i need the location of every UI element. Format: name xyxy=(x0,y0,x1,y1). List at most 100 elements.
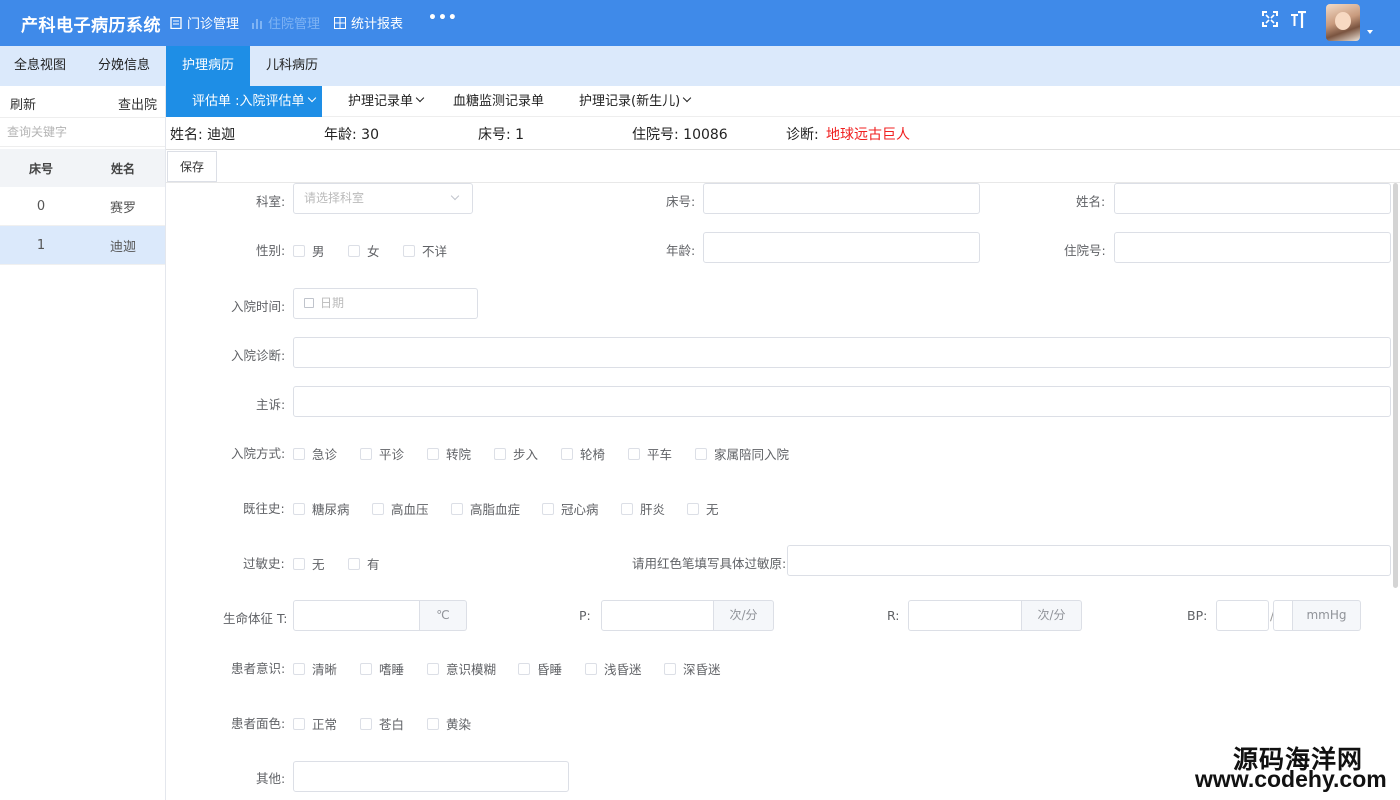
nav-outpatient[interactable]: 门诊管理 xyxy=(170,13,239,32)
complaint-input[interactable] xyxy=(293,386,1391,417)
history-none-checkbox[interactable]: 无 xyxy=(687,499,719,518)
checkbox-box xyxy=(293,502,305,515)
other-input[interactable] xyxy=(293,761,569,792)
conscious-light-coma-checkbox[interactable]: 浅昏迷 xyxy=(585,659,642,678)
checkbox-label: 家属陪同入院 xyxy=(714,447,790,462)
checkbox-label: 肝炎 xyxy=(640,502,666,517)
checkbox-label: 无 xyxy=(706,502,719,517)
temperature-input[interactable] xyxy=(293,600,420,631)
tab-newborn-nursing-label: 护理记录(新生儿) xyxy=(579,94,681,109)
tab-overview[interactable]: 全息视图 xyxy=(0,46,80,86)
refresh-button[interactable]: 刷新 xyxy=(10,94,36,113)
checkbox-box xyxy=(687,502,699,515)
bed-input[interactable] xyxy=(703,183,980,214)
checkbox-box xyxy=(561,447,573,460)
tab-admission-assessment[interactable]: 评估单 :入院评估单 xyxy=(166,86,322,117)
gender-unknown-checkbox[interactable]: 不详 xyxy=(403,241,447,260)
admit-mode-family-checkbox[interactable]: 家属陪同入院 xyxy=(695,444,789,463)
bp-label: BP: xyxy=(1187,608,1208,623)
conscious-confused-checkbox[interactable]: 意识模糊 xyxy=(427,659,496,678)
tab-delivery[interactable]: 分娩信息 xyxy=(82,46,166,86)
fullscreen-icon[interactable] xyxy=(1262,11,1278,27)
diagnosis-label: 诊断: xyxy=(786,127,819,143)
allergen-input[interactable] xyxy=(787,545,1391,576)
gender-male-checkbox[interactable]: 男 xyxy=(293,241,325,260)
table-row[interactable]: 0 赛罗 xyxy=(0,187,165,226)
checkbox-label: 嗜睡 xyxy=(379,662,405,677)
tab-admission-assessment-label: 评估单 :入院评估单 xyxy=(192,94,305,109)
keyword-search-input[interactable] xyxy=(0,117,165,147)
tab-nursing-record[interactable]: 护理病历 xyxy=(166,46,250,86)
vitals-t-label: 生命体征 T: xyxy=(223,611,288,626)
admit-mode-stretcher-checkbox[interactable]: 平车 xyxy=(628,444,672,463)
bp-diastolic-input[interactable] xyxy=(1273,600,1293,631)
dept-select[interactable]: 请选择科室 xyxy=(293,183,473,214)
admit-mode-transfer-checkbox[interactable]: 转院 xyxy=(427,444,471,463)
admit-mode-emergency-checkbox[interactable]: 急诊 xyxy=(293,444,337,463)
admit-mode-wheelchair-checkbox[interactable]: 轮椅 xyxy=(561,444,605,463)
checkbox-label: 急诊 xyxy=(312,447,338,462)
bp-systolic-input[interactable] xyxy=(1216,600,1269,631)
allergen-label: 请用红色笔填写具体过敏原: xyxy=(632,556,787,571)
nav-outpatient-label: 门诊管理 xyxy=(187,17,240,32)
name-input[interactable] xyxy=(1114,183,1391,214)
form-scrollbar[interactable] xyxy=(1393,183,1398,588)
checkbox-label: 高脂血症 xyxy=(470,502,521,517)
admit-mode-regular-checkbox[interactable]: 平诊 xyxy=(360,444,404,463)
tab-newborn-nursing[interactable]: 护理记录(新生儿) xyxy=(579,86,692,117)
history-diabetes-checkbox[interactable]: 糖尿病 xyxy=(293,499,350,518)
history-hepatitis-checkbox[interactable]: 肝炎 xyxy=(621,499,665,518)
more-menu[interactable]: ••• xyxy=(428,10,458,26)
history-hyperlipidemia-checkbox[interactable]: 高脂血症 xyxy=(451,499,520,518)
complexion-pale-checkbox[interactable]: 苍白 xyxy=(360,714,404,733)
inpatient-no-input[interactable] xyxy=(1114,232,1391,263)
bp-unit: mmHg xyxy=(1293,600,1361,631)
bed-cell: 0 xyxy=(36,198,46,214)
gender-female-checkbox[interactable]: 女 xyxy=(348,241,380,260)
record-sub-tabs: 评估单 :入院评估单 护理记录单 血糖监测记录单 护理记录(新生儿) xyxy=(166,86,1400,117)
table-row-selected[interactable]: 1 迪迦 xyxy=(0,226,165,265)
conscious-stupor-checkbox[interactable]: 昏睡 xyxy=(518,659,562,678)
admit-diagnosis-input[interactable] xyxy=(293,337,1391,368)
nav-inpatient[interactable]: 住院管理 xyxy=(251,13,320,32)
tab-blood-glucose[interactable]: 血糖监测记录单 xyxy=(453,86,544,117)
history-hypertension-checkbox[interactable]: 高血压 xyxy=(372,499,429,518)
checkbox-box xyxy=(621,502,633,515)
age-label: 年龄: xyxy=(666,243,696,258)
history-label: 既往史: xyxy=(243,501,285,516)
admit-date-picker[interactable]: 日期 xyxy=(293,288,478,319)
bed-cell: 1 xyxy=(36,237,46,253)
checkbox-box xyxy=(628,447,640,460)
checkbox-box xyxy=(427,447,439,460)
checkbox-label: 男 xyxy=(312,244,325,259)
admit-mode-walk-checkbox[interactable]: 步入 xyxy=(494,444,538,463)
name-cell: 迪迦 xyxy=(109,239,136,255)
allergy-no-checkbox[interactable]: 无 xyxy=(293,554,325,573)
history-chd-checkbox[interactable]: 冠心病 xyxy=(542,499,599,518)
dept-select-placeholder: 请选择科室 xyxy=(304,191,365,205)
tab-nursing-record-sheet[interactable]: 护理记录单 xyxy=(348,86,425,117)
checkbox-box xyxy=(494,447,506,460)
save-button[interactable]: 保存 xyxy=(167,151,217,182)
checkbox-box xyxy=(427,717,439,730)
pulse-input[interactable] xyxy=(601,600,714,631)
conscious-drowsy-checkbox[interactable]: 嗜睡 xyxy=(360,659,404,678)
font-size-icon[interactable] xyxy=(1290,11,1307,29)
checkbox-box xyxy=(293,717,305,730)
complexion-normal-checkbox[interactable]: 正常 xyxy=(293,714,337,733)
nav-reports[interactable]: 统计报表 xyxy=(334,13,403,32)
respiration-input[interactable] xyxy=(908,600,1022,631)
user-avatar[interactable] xyxy=(1326,4,1360,41)
discharged-query-button[interactable]: 查出院 xyxy=(118,94,157,113)
checkbox-label: 轮椅 xyxy=(580,447,606,462)
complexion-jaundice-checkbox[interactable]: 黄染 xyxy=(427,714,471,733)
form-toolbar: 保存 xyxy=(166,150,1400,183)
avatar-dropdown-icon[interactable] xyxy=(1367,30,1373,34)
conscious-clear-checkbox[interactable]: 清晰 xyxy=(293,659,337,678)
patient-inpatient-no: 住院号: 10086 xyxy=(632,127,728,143)
tab-pediatric-record[interactable]: 儿科病历 xyxy=(250,46,334,86)
conscious-deep-coma-checkbox[interactable]: 深昏迷 xyxy=(664,659,721,678)
allergy-yes-checkbox[interactable]: 有 xyxy=(348,554,380,573)
age-input[interactable] xyxy=(703,232,980,263)
bar-chart-icon xyxy=(252,18,262,29)
